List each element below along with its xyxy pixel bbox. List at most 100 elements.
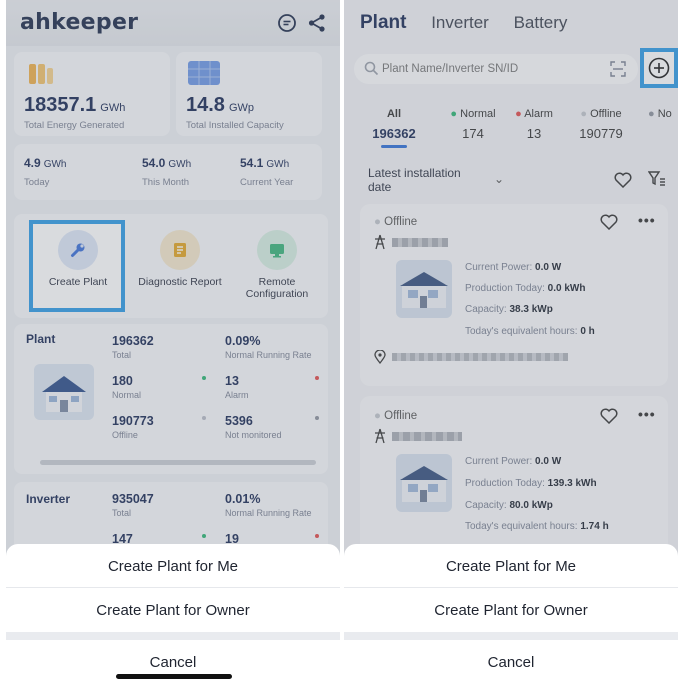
normal-dot bbox=[202, 534, 206, 538]
search-icon bbox=[364, 61, 379, 81]
alarm-dot bbox=[315, 534, 319, 538]
normal-dot bbox=[202, 376, 206, 380]
tab-plant[interactable]: Plant bbox=[360, 12, 406, 33]
scan-icon[interactable] bbox=[610, 61, 626, 82]
divider bbox=[6, 632, 340, 640]
current-power: Current Power: 0.0 W bbox=[465, 262, 562, 273]
filter-all[interactable]: All 196362 bbox=[364, 108, 424, 148]
plant-image bbox=[396, 454, 452, 512]
diagnostic-report-button[interactable]: Diagnostic Report bbox=[132, 230, 228, 288]
create-plant-button[interactable]: Create Plant bbox=[34, 230, 122, 288]
month-label: This Month bbox=[142, 177, 189, 188]
today-label: Today bbox=[24, 177, 50, 188]
transmission-tower-icon bbox=[374, 234, 386, 255]
share-icon[interactable] bbox=[306, 12, 328, 34]
left-screen: ahkeeper 18357.1 GWh Total Energy Generat… bbox=[6, 0, 340, 683]
home-indicator bbox=[116, 674, 232, 679]
chevron-down-icon[interactable]: ⌄ bbox=[494, 172, 504, 186]
more-icon[interactable]: ••• bbox=[638, 212, 656, 228]
add-circle-icon bbox=[648, 57, 670, 79]
divider bbox=[6, 587, 340, 588]
search-bar[interactable] bbox=[354, 54, 638, 84]
offline-dot bbox=[202, 416, 206, 420]
plant-stats-card: Plant 196362 Total 0.09% Normal Running Ra… bbox=[14, 324, 328, 474]
tab-battery[interactable]: Battery bbox=[514, 13, 568, 32]
divider bbox=[344, 632, 678, 640]
filter-not-monitored[interactable]: ● No bbox=[648, 108, 678, 120]
filter-offline[interactable]: ● Offline 190779 bbox=[566, 108, 636, 141]
equivalent-hours: Today's equivalent hours: 0 h bbox=[465, 326, 595, 337]
capacity: Capacity: 80.0 kWp bbox=[465, 500, 553, 511]
tab-inverter[interactable]: Inverter bbox=[431, 13, 489, 32]
heart-icon[interactable] bbox=[600, 408, 618, 429]
cancel-button[interactable]: Cancel bbox=[344, 654, 678, 671]
active-tab-underline bbox=[381, 145, 407, 148]
alarm-dot: ● bbox=[515, 108, 522, 120]
inverter-section-title: Inverter bbox=[26, 492, 71, 506]
plant-stat-alarm[interactable]: 13 Alarm bbox=[217, 370, 325, 404]
plant-image bbox=[396, 260, 452, 318]
status-label: ● Offline bbox=[374, 410, 418, 422]
not-monitored-dot: ● bbox=[648, 108, 655, 120]
redacted-name bbox=[392, 238, 448, 247]
monitor-icon bbox=[257, 230, 297, 270]
create-plant-for-owner-option[interactable]: Create Plant for Owner bbox=[6, 602, 340, 619]
remote-configuration-button[interactable]: Remote Configuration bbox=[230, 230, 324, 300]
favorite-filter-icon[interactable] bbox=[614, 172, 632, 193]
energy-label: Total Energy Generated bbox=[24, 120, 125, 131]
not-monitored-dot bbox=[315, 416, 319, 420]
plant-stat-offline[interactable]: 190773 Offline bbox=[104, 410, 212, 444]
right-screen: Plant Inverter Battery All 196362 ● Norm… bbox=[344, 0, 678, 683]
horizontal-scrollbar[interactable] bbox=[40, 460, 316, 465]
filter-alarm[interactable]: ● Alarm 13 bbox=[504, 108, 564, 141]
create-plant-for-owner-option[interactable]: Create Plant for Owner bbox=[344, 602, 678, 619]
battery-icon bbox=[26, 60, 56, 86]
year-value: 54.1 GWh bbox=[240, 156, 290, 170]
transmission-tower-icon bbox=[374, 428, 386, 449]
production-today: Production Today: 139.3 kWh bbox=[465, 478, 597, 489]
filter-normal[interactable]: ● Normal 174 bbox=[438, 108, 508, 141]
app-logo: ahkeeper bbox=[20, 10, 139, 35]
production-today: Production Today: 0.0 kWh bbox=[465, 283, 586, 294]
add-plant-button[interactable] bbox=[640, 48, 678, 88]
normal-dot: ● bbox=[450, 108, 458, 120]
offline-dot: ● bbox=[580, 108, 587, 120]
sort-selector[interactable]: Latest installation date bbox=[368, 166, 478, 194]
search-input[interactable] bbox=[382, 59, 602, 79]
today-value: 4.9 GWh bbox=[24, 156, 67, 170]
energy-card: 18357.1 GWh Total Energy Generated bbox=[14, 52, 170, 136]
plant-card[interactable]: ● Offline ••• Current Power: 0.0 W Produ… bbox=[360, 396, 668, 556]
month-value: 54.0 GWh bbox=[142, 156, 192, 170]
heart-icon[interactable] bbox=[600, 214, 618, 235]
app-header: ahkeeper bbox=[6, 0, 340, 46]
plant-stat-normal[interactable]: 180 Normal bbox=[104, 370, 212, 404]
energy-value: 18357.1 GWh bbox=[24, 94, 126, 116]
plant-stat-not-monitored[interactable]: 5396 Not monitored bbox=[217, 410, 325, 444]
create-plant-for-me-option[interactable]: Create Plant for Me bbox=[6, 558, 340, 575]
redacted-name bbox=[392, 432, 462, 441]
message-icon[interactable] bbox=[276, 12, 298, 34]
filter-icon[interactable] bbox=[647, 170, 666, 193]
inverter-stat-total[interactable]: 935047 Total bbox=[104, 488, 212, 522]
cancel-button[interactable]: Cancel bbox=[6, 654, 340, 671]
capacity-value: 14.8 GWp bbox=[186, 94, 254, 116]
redacted-address bbox=[392, 353, 568, 361]
alarm-dot bbox=[315, 376, 319, 380]
report-icon bbox=[160, 230, 200, 270]
create-plant-for-me-option[interactable]: Create Plant for Me bbox=[344, 558, 678, 575]
equivalent-hours: Today's equivalent hours: 1.74 h bbox=[465, 521, 609, 532]
action-sheet: Create Plant for Me Create Plant for Own… bbox=[6, 544, 340, 683]
capacity-card: 14.8 GWp Total Installed Capacity bbox=[176, 52, 322, 136]
plant-card[interactable]: ● Offline ••• Current Power: 0.0 W Produ… bbox=[360, 204, 668, 386]
year-label: Current Year bbox=[240, 177, 294, 188]
top-tabs: Plant Inverter Battery bbox=[360, 12, 587, 34]
plant-stat-total[interactable]: 196362 Total bbox=[104, 330, 212, 364]
solar-panel-icon bbox=[186, 58, 222, 88]
house-icon bbox=[34, 364, 94, 420]
wrench-icon bbox=[58, 230, 98, 270]
more-icon[interactable]: ••• bbox=[638, 406, 656, 422]
capacity: Capacity: 38.3 kWp bbox=[465, 304, 553, 315]
actions-card: Create Plant Diagnostic Report Remote Co… bbox=[14, 214, 328, 318]
action-sheet: Create Plant for Me Create Plant for Own… bbox=[344, 544, 678, 683]
status-label: ● Offline bbox=[374, 216, 418, 228]
